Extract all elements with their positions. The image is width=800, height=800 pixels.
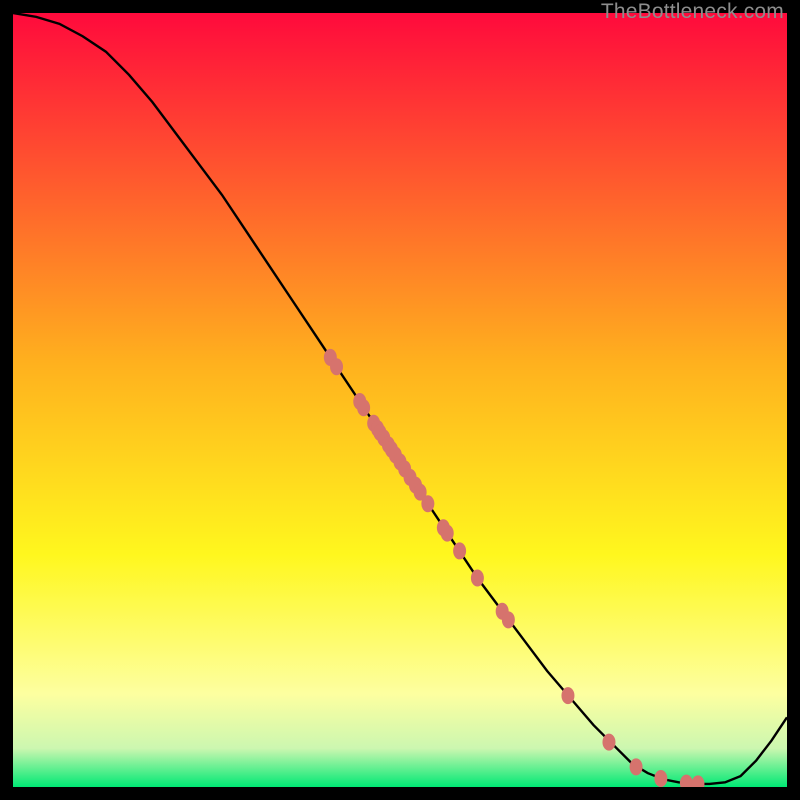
data-marker [441,525,454,542]
data-marker [471,570,484,587]
data-marker [453,542,466,559]
plot-svg [13,13,787,787]
data-marker [502,611,515,628]
data-marker [654,770,667,787]
gradient-background [13,13,787,787]
data-marker [561,687,574,704]
data-marker [602,734,615,751]
data-marker [357,399,370,416]
data-marker [630,758,643,775]
plot-frame [13,13,787,787]
data-marker [421,495,434,512]
watermark-text: TheBottleneck.com [601,0,784,24]
chart-stage: TheBottleneck.com [0,0,800,800]
data-marker [330,358,343,375]
